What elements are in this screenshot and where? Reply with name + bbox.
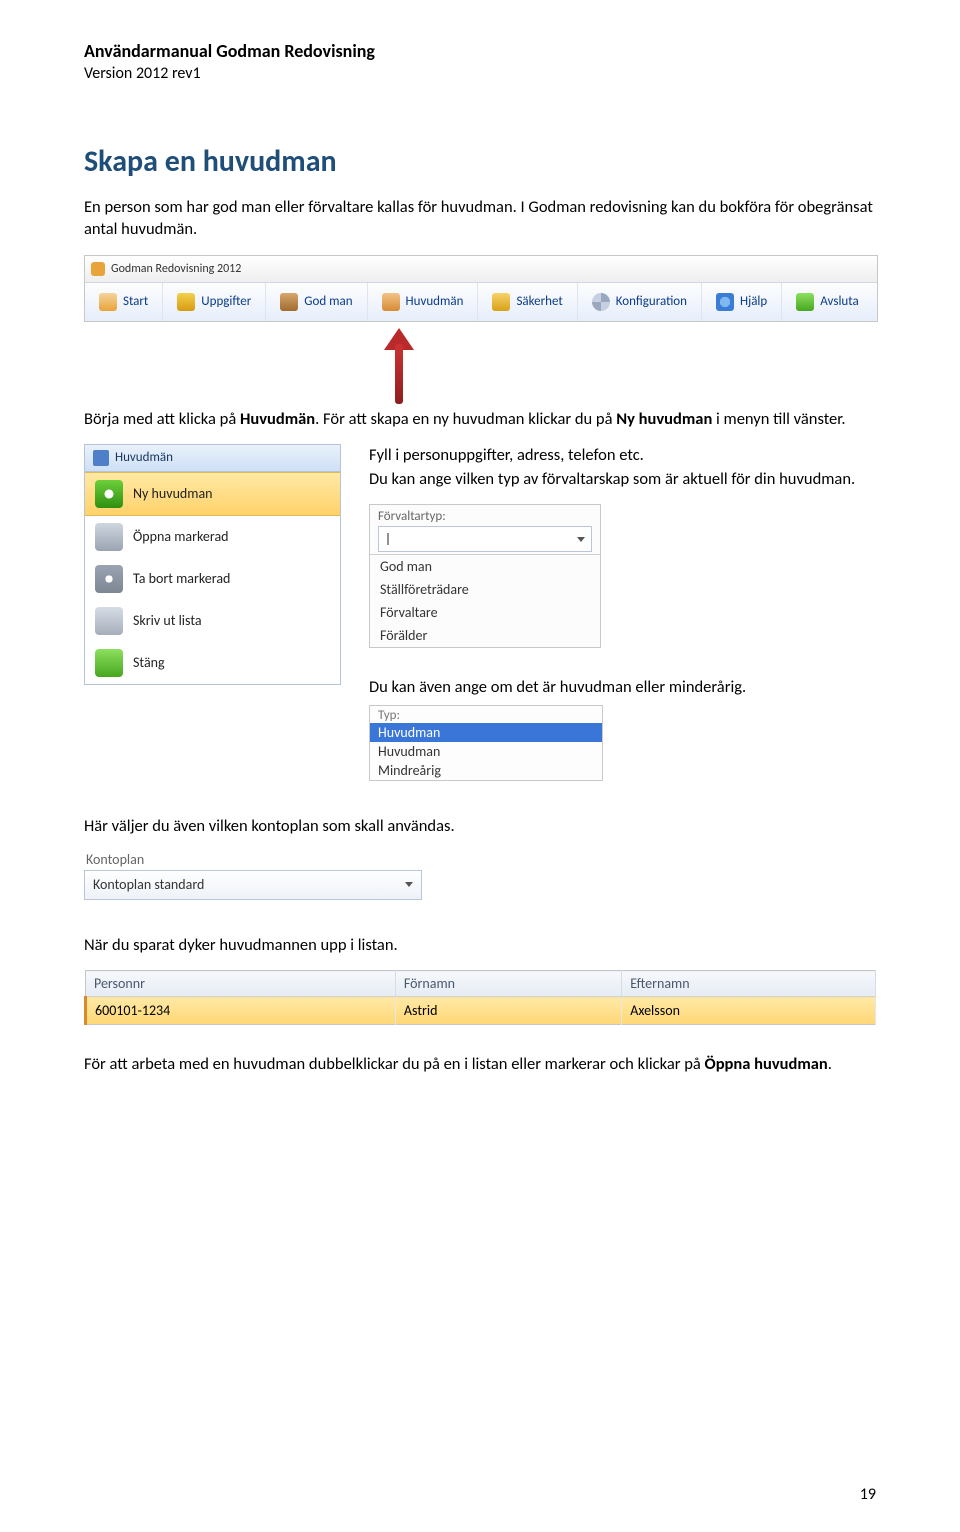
menu-label: Ta bort markerad (133, 570, 230, 587)
close-icon (95, 649, 123, 677)
table-row[interactable]: 600101-1234 Astrid Axelsson (86, 997, 876, 1025)
menu-item-ny-huvudman[interactable]: Ny huvudman (85, 472, 340, 516)
dropdown-option[interactable]: God man (370, 555, 600, 578)
right-paragraph-3: Du kan även ange om det är huvudman elle… (369, 676, 876, 698)
toolbar-label: God man (304, 294, 352, 309)
toolbar-label: Hjälp (740, 294, 767, 309)
edit-icon (95, 523, 123, 551)
toolbar-start[interactable]: Start (85, 283, 163, 321)
dropdown-option[interactable]: Förvaltare (370, 601, 600, 624)
doc-subtitle: Version 2012 rev1 (84, 64, 876, 83)
menu-icon (93, 450, 109, 466)
dropdown-input[interactable]: | (378, 526, 592, 552)
typ-dropdown-screenshot: Typ: Huvudman Huvudman Mindreårig (369, 705, 603, 781)
toolbar-label: Avsluta (820, 294, 858, 309)
doc-title: Användarmanual Godman Redovisning (84, 40, 876, 62)
menu-label: Stäng (133, 654, 165, 671)
menu-label: Ny huvudman (133, 485, 213, 502)
kontoplan-label: Kontoplan (86, 851, 876, 868)
table-header[interactable]: Förnamn (395, 971, 621, 997)
bold-text: Ny huvudman (616, 409, 712, 429)
red-arrow-annotation (384, 328, 414, 408)
toolbar-label: Konfiguration (616, 294, 687, 309)
chevron-down-icon (577, 537, 585, 542)
print-icon (95, 607, 123, 635)
section-heading: Skapa en huvudman (84, 143, 876, 180)
dropdown-option[interactable]: Förälder (370, 624, 600, 647)
menu-item-oppna[interactable]: Öppna markerad (85, 516, 340, 558)
text: Börja med att klicka på (84, 409, 240, 429)
gear-icon (592, 293, 610, 311)
toolbar-avsluta[interactable]: Avsluta (782, 283, 872, 321)
page-number: 19 (860, 1485, 876, 1504)
huvudman-table-screenshot: Personnr Förnamn Efternamn 600101-1234 A… (84, 970, 876, 1025)
app-window-screenshot: Godman Redovisning 2012 Start Uppgifter … (84, 255, 878, 322)
side-menu-header: Huvudmän (85, 445, 340, 472)
toolbar-label: Säkerhet (516, 294, 562, 309)
home-icon (99, 293, 117, 311)
delete-icon (95, 565, 123, 593)
toolbar-label: Uppgifter (201, 294, 251, 309)
forvaltartyp-dropdown-screenshot: Förvaltartyp: | God man Ställföreträdare… (369, 504, 601, 648)
toolbar-huvudman[interactable]: Huvudmän (368, 283, 479, 321)
text: För att arbeta med en huvudman dubbelkli… (84, 1054, 705, 1074)
table-cell: 600101-1234 (86, 997, 396, 1025)
toolbar-godman[interactable]: God man (266, 283, 367, 321)
text: . (828, 1054, 832, 1074)
help-icon (716, 293, 734, 311)
intro-paragraph: En person som har god man eller förvalta… (84, 196, 876, 241)
text: i menyn till vänster. (712, 409, 845, 429)
select-value: Kontoplan standard (93, 876, 204, 893)
kontoplan-select[interactable]: Kontoplan standard (84, 870, 422, 900)
toolbar-label: Huvudmän (406, 294, 464, 309)
bold-text: Huvudmän (240, 409, 315, 429)
side-menu-title: Huvudmän (115, 450, 173, 465)
app-icon (91, 262, 105, 276)
table-header-row: Personnr Förnamn Efternamn (86, 971, 876, 997)
menu-item-tabort[interactable]: Ta bort markerad (85, 558, 340, 600)
dropdown-option[interactable]: Mindreårig (370, 761, 602, 780)
text: . För att skapa en ny huvudman klickar d… (315, 409, 616, 429)
paragraph-3: Här väljer du även vilken kontoplan som … (84, 815, 876, 837)
window-title: Godman Redovisning 2012 (111, 262, 241, 276)
dropdown-options: God man Ställföreträdare Förvaltare Förä… (370, 554, 600, 647)
dropdown-option[interactable]: Huvudman (370, 742, 602, 761)
table-cell: Axelsson (622, 997, 876, 1025)
dropdown-option[interactable]: Ställföreträdare (370, 578, 600, 601)
tasks-icon (177, 293, 195, 311)
toolbar-konfiguration[interactable]: Konfiguration (578, 283, 702, 321)
paragraph-4: När du sparat dyker huvudmannen upp i li… (84, 934, 876, 956)
menu-label: Öppna markerad (133, 528, 229, 545)
person-icon (280, 293, 298, 311)
table-cell: Astrid (395, 997, 621, 1025)
cursor: | (385, 532, 391, 547)
right-paragraph-2: Du kan ange vilken typ av förvaltarskap … (369, 468, 876, 490)
side-menu-screenshot: Huvudmän Ny huvudman Öppna markerad Ta b… (84, 444, 341, 685)
paragraph-5: För att arbeta med en huvudman dubbelkli… (84, 1053, 876, 1075)
add-icon (95, 480, 123, 508)
dropdown-label: Typ: (370, 706, 602, 723)
menu-item-stang[interactable]: Stäng (85, 642, 340, 684)
toolbar-uppgifter[interactable]: Uppgifter (163, 283, 266, 321)
chevron-down-icon (405, 882, 413, 887)
main-toolbar: Start Uppgifter God man Huvudmän Säkerhe… (85, 282, 877, 321)
exit-icon (796, 293, 814, 311)
menu-label: Skriv ut lista (133, 612, 202, 629)
toolbar-label: Start (123, 294, 148, 309)
toolbar-sakerhet[interactable]: Säkerhet (478, 283, 577, 321)
people-icon (382, 293, 400, 311)
paragraph-2: Börja med att klicka på Huvudmän. För at… (84, 408, 876, 430)
table-header[interactable]: Efternamn (622, 971, 876, 997)
dropdown-selected[interactable]: Huvudman (370, 723, 602, 742)
toolbar-hjalp[interactable]: Hjälp (702, 283, 782, 321)
lock-icon (492, 293, 510, 311)
menu-item-skrivut[interactable]: Skriv ut lista (85, 600, 340, 642)
bold-text: Öppna huvudman (705, 1054, 828, 1074)
dropdown-label: Förvaltartyp: (370, 505, 600, 524)
right-paragraph-1: Fyll i personuppgifter, adress, telefon … (369, 444, 876, 466)
window-titlebar: Godman Redovisning 2012 (85, 256, 877, 282)
table-header[interactable]: Personnr (86, 971, 396, 997)
